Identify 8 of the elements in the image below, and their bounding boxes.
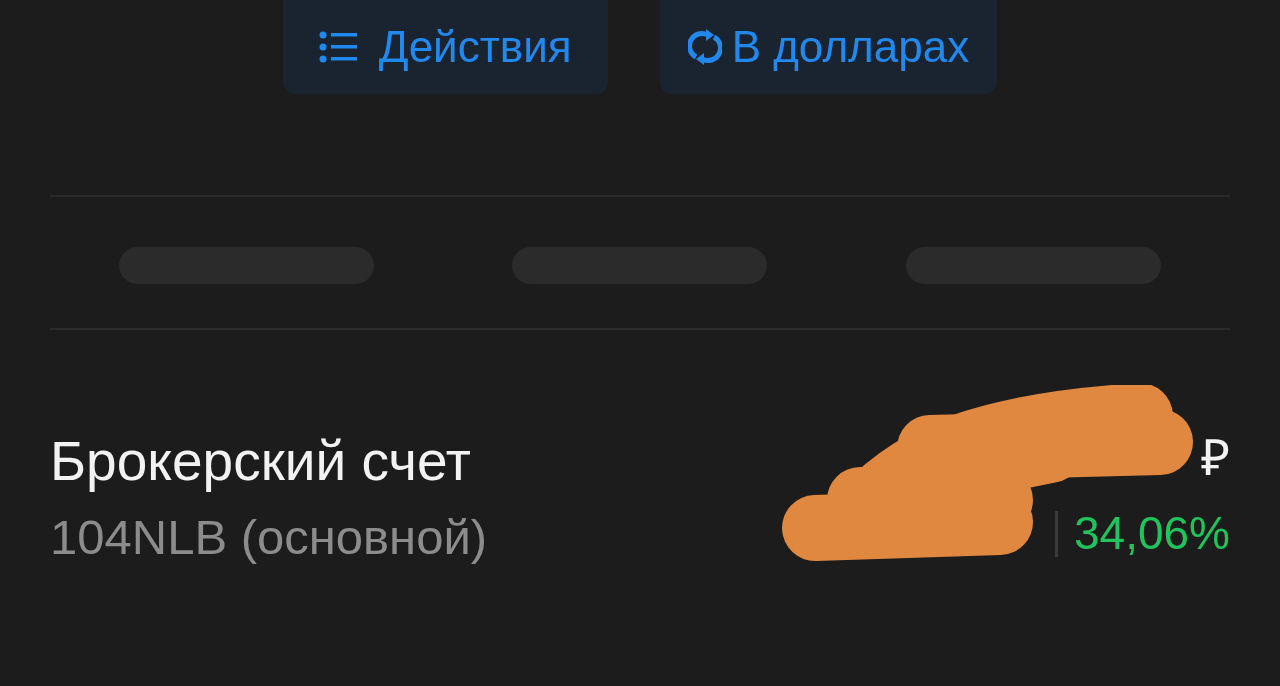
action-button[interactable]: В долларах	[659, 0, 998, 94]
refresh-icon	[687, 29, 722, 65]
list-icon	[318, 31, 357, 63]
account-number: 104NLB (основной)	[50, 509, 488, 566]
account-title: Брокерский счет	[50, 429, 472, 494]
currency-sign: ₽	[1200, 429, 1230, 488]
change-percent: 34,06%	[1074, 506, 1230, 561]
action-button[interactable]: Действия	[282, 0, 608, 94]
